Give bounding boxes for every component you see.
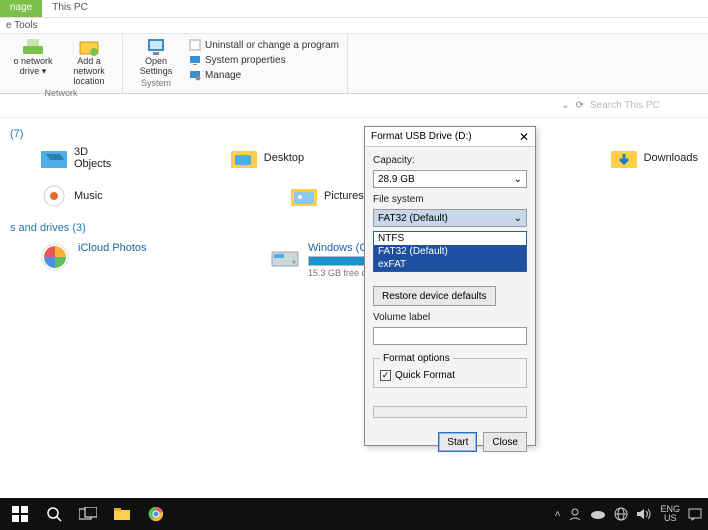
folder-music[interactable]: Music (40, 184, 180, 208)
open-settings-button[interactable]: Open Settings (129, 36, 183, 78)
format-dialog: Format USB Drive (D:) ✕ Capacity: 28.9 G… (364, 126, 536, 446)
task-view-icon[interactable] (74, 500, 102, 528)
fs-option-exfat[interactable]: exFAT (374, 258, 526, 271)
volume-label-label: Volume label (373, 312, 527, 323)
explorer-content: (7) 3D Objects Desktop Downloads Music P… (0, 118, 708, 488)
folder-downloads[interactable]: Downloads (610, 146, 698, 170)
format-progress-bar (373, 406, 527, 418)
map-network-drive-button[interactable]: o network drive ▾ (6, 36, 60, 88)
tray-people-icon[interactable] (568, 507, 582, 521)
search-input[interactable]: Search This PC (590, 100, 700, 111)
ribbon-group-system: Open Settings System Uninstall or change… (123, 34, 348, 93)
add-network-location-button[interactable]: Add a network location (62, 36, 116, 88)
taskbar: ˄ ENG US (0, 498, 708, 530)
start-button[interactable]: Start (438, 432, 477, 452)
checkbox-icon: ✓ (380, 370, 391, 381)
uninstall-program-button[interactable]: Uninstall or change a program (187, 38, 341, 52)
folder-3d-objects[interactable]: 3D Objects (40, 146, 120, 170)
restore-defaults-button[interactable]: Restore device defaults (373, 286, 496, 306)
folder-music-icon (40, 184, 68, 208)
chrome-task-icon[interactable] (142, 500, 170, 528)
ribbon-group-label-system: System (141, 78, 171, 90)
folder-pictures-icon (290, 184, 318, 208)
tab-this-pc[interactable]: This PC (42, 0, 98, 17)
fs-option-fat32[interactable]: FAT32 (Default) (374, 245, 526, 258)
folder-desktop[interactable]: Desktop (230, 146, 310, 170)
settings-icon (145, 38, 167, 56)
system-tray: ˄ ENG US (555, 505, 702, 523)
refresh-icon[interactable]: ⟳ (576, 100, 584, 111)
network-location-icon (78, 38, 100, 56)
volume-label-input[interactable] (373, 327, 527, 345)
folder-desktop-icon (230, 146, 258, 170)
hdd-icon (270, 242, 300, 272)
tray-chevron-up-icon[interactable]: ˄ (555, 509, 561, 520)
close-button[interactable]: Close (483, 432, 527, 452)
subtab-drive-tools[interactable]: e Tools (0, 18, 708, 34)
system-properties-button[interactable]: System properties (187, 53, 341, 67)
format-options-group: Format options ✓ Quick Format (373, 353, 527, 388)
filesystem-select[interactable]: FAT32 (Default) ⌄ (373, 209, 527, 227)
folders-header[interactable]: (7) (10, 128, 698, 140)
quick-format-checkbox[interactable]: ✓ Quick Format (380, 370, 520, 381)
capacity-select[interactable]: 28.9 GB ⌄ (373, 170, 527, 188)
drives-header[interactable]: s and drives (3) (10, 222, 698, 234)
chevron-down-icon[interactable]: ⌄ (561, 100, 569, 111)
tray-volume-icon[interactable] (636, 507, 652, 521)
network-drive-icon (22, 38, 44, 56)
chevron-down-icon: ⌄ (514, 174, 522, 185)
start-button[interactable] (6, 500, 34, 528)
manage-icon (189, 69, 201, 81)
capacity-label: Capacity: (373, 155, 527, 166)
ribbon-group-label-network: Network (44, 88, 77, 100)
fs-option-ntfs[interactable]: NTFS (374, 232, 526, 245)
uninstall-icon (189, 39, 201, 51)
folder-downloads-icon (610, 146, 638, 170)
tab-manage[interactable]: nage (0, 0, 42, 17)
folder-3d-icon (40, 146, 68, 170)
tray-network-icon[interactable] (614, 507, 628, 521)
search-task-icon[interactable] (40, 500, 68, 528)
manage-button[interactable]: Manage (187, 68, 341, 82)
tray-onedrive-icon[interactable] (590, 508, 606, 520)
icloud-icon (40, 242, 70, 272)
chevron-down-icon: ⌄ (514, 213, 522, 224)
system-properties-icon (189, 54, 201, 66)
ribbon-group-network: o network drive ▾ Add a network location… (0, 34, 123, 93)
file-explorer-task-icon[interactable] (108, 500, 136, 528)
language-indicator[interactable]: ENG US (660, 505, 680, 523)
ribbon: o network drive ▾ Add a network location… (0, 34, 708, 94)
filesystem-dropdown: NTFS FAT32 (Default) exFAT (373, 231, 527, 272)
filesystem-label: File system (373, 194, 527, 205)
drive-icloud-photos[interactable]: iCloud Photos (40, 242, 210, 278)
notifications-icon[interactable] (688, 507, 702, 521)
dialog-titlebar[interactable]: Format USB Drive (D:) ✕ (365, 127, 535, 147)
close-icon[interactable]: ✕ (519, 130, 529, 144)
address-toolbar: ⌄ ⟳ Search This PC (0, 94, 708, 118)
